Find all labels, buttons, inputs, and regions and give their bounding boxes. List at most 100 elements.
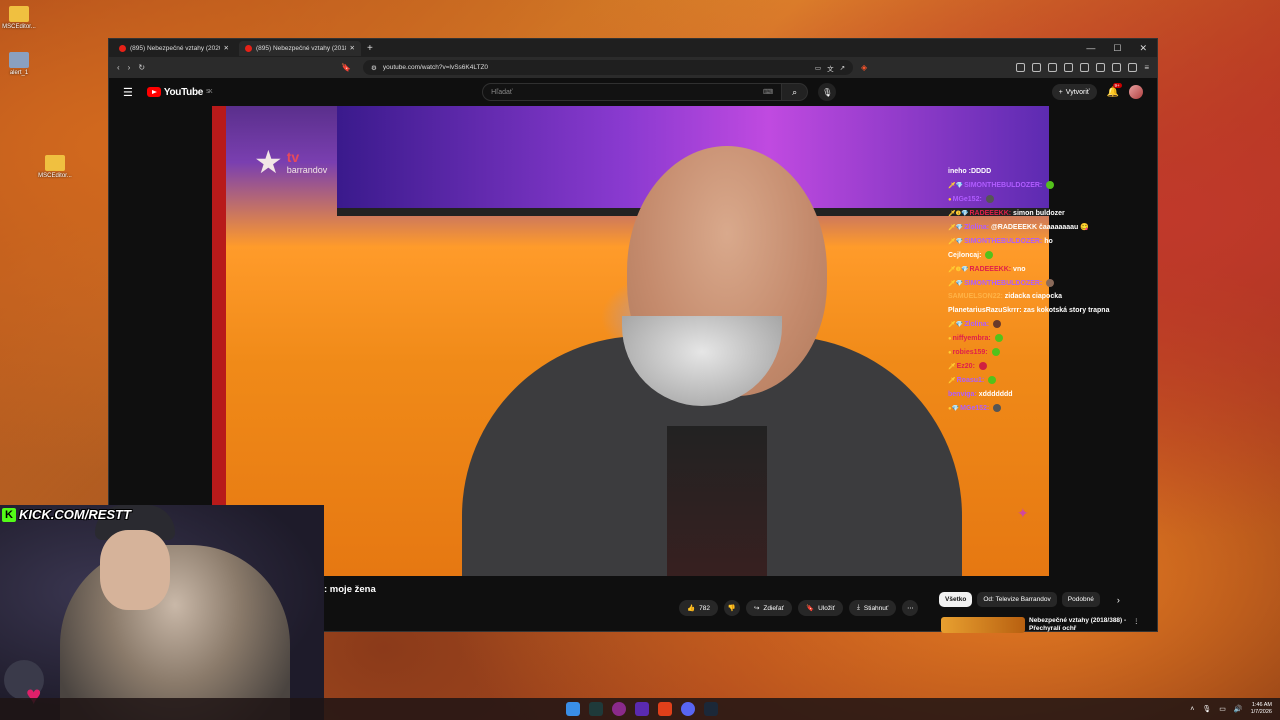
voice-search-button[interactable]: 🎙 [818,83,837,101]
share-icon[interactable]: ↗ [840,64,845,72]
music-icon[interactable] [1048,63,1058,72]
tab-close-icon[interactable]: ✕ [350,44,355,52]
share-button[interactable]: ↪ Zdieľať [745,600,792,616]
desktop-icon-mscEditor-2[interactable]: MSCEditor... [38,155,72,179]
notifications-button[interactable]: 🔔 9+ [1107,82,1122,98]
chat-username[interactable]: Cejloncaj: [948,252,981,259]
network-icon[interactable]: ▭ [1219,705,1226,713]
chat-message: ●MGe152: [948,195,1118,204]
region-code: SK [206,89,213,95]
site-info-icon[interactable]: ⚙ [371,64,377,72]
chat-username[interactable]: SIMONTHEBULDOZER: [964,182,1042,189]
youtube-logo[interactable]: YouTube SK [146,87,213,98]
chat-username[interactable]: PlanetariusRazuSkrrr: [948,307,1022,314]
clock[interactable]: 1:46 AM 1/7/2026 [1251,702,1272,716]
nav-bar: ‹ › ↻ 🔖 ⚙ youtube.com/watch?v=lvSs6K4LTZ… [109,57,1157,78]
avatar[interactable] [1129,85,1143,99]
extension-icon[interactable] [1016,63,1026,72]
minimize-icon[interactable]: — [1086,43,1095,54]
menu-icon[interactable]: ≡ [1144,63,1149,72]
chat-message: ●niffyembra: [948,334,1118,343]
chip-related[interactable]: Podobné [1061,592,1100,607]
archive-icon [45,155,65,171]
desktop-icon-alert[interactable]: alert_1 [2,52,36,76]
chat-username[interactable]: RADEEEKK: [969,210,1011,217]
chat-username[interactable]: SAMUELSON22: [948,293,1003,300]
close-icon[interactable]: ✕ [1139,43,1147,54]
search-button[interactable]: ⌕ [782,83,809,101]
extension-icon[interactable] [1096,63,1106,72]
obs-icon[interactable] [612,702,626,716]
recommended-title[interactable]: Nebezpečné vztahy (2018/388) - Přechyral… [1029,617,1129,633]
chat-username[interactable]: niffyembra: [953,335,991,342]
browser-tab[interactable]: (895) Nebezpečné vztahy (2020/136) ✕ [113,41,235,56]
brave-browser-icon[interactable] [658,702,672,716]
volume-icon[interactable]: 🔊 [1234,705,1243,713]
download-button[interactable]: ⤓ Stiahnuť [848,600,897,616]
chat-emote-icon [994,334,1003,343]
desktop-icon-mscEditor-1[interactable]: MSCEditor... [2,6,36,30]
browser-tab-active[interactable]: (895) Nebezpečné vztahy (2018/ ✕ [239,40,361,56]
create-button[interactable]: + Vytvoriť [1051,84,1097,100]
chat-username[interactable]: Ez20: [957,363,975,370]
like-button[interactable]: 👍 782 [679,600,718,616]
plus-icon: + [1058,88,1063,96]
search-input[interactable]: Hľadať ⌨ [482,83,783,101]
chat-username[interactable]: SIMONTHEBULDOZER: [964,280,1042,287]
xbox-icon[interactable] [589,702,603,716]
extension-icon[interactable] [1112,63,1122,72]
chip-all[interactable]: Všetko [939,592,973,607]
extension-icon[interactable] [1080,63,1090,72]
microphone-icon[interactable]: 🎙 [1202,705,1211,713]
address-bar[interactable]: ⚙ youtube.com/watch?v=lvSs6K4LTZ0 ▭ 文 ↗ [363,60,854,75]
tab-close-icon[interactable]: ✕ [224,44,229,52]
translate-icon[interactable]: 文 [827,63,834,73]
more-vert-icon[interactable]: ⋮ [1133,617,1140,633]
bookmark-icon[interactable]: 🔖 [341,63,351,72]
chat-text: @RADEEEKK čaaaaaaaau 😋 [990,223,1089,231]
youtube-favicon-icon [245,44,252,52]
folder-icon [9,6,29,22]
chat-username[interactable]: RADEEEKK: [969,266,1011,273]
extension-icon[interactable] [1064,63,1074,72]
chat-username[interactable]: Roasu1: [957,377,985,384]
extension-icon[interactable] [1032,63,1042,72]
chevron-up-icon[interactable]: ˄ [1190,706,1194,713]
recommended-thumbnail[interactable] [941,617,1025,633]
new-tab-icon[interactable]: + [367,43,373,54]
screenshot-icon[interactable]: ▭ [815,64,821,72]
more-actions-button[interactable]: ⋯ [902,600,919,616]
back-icon[interactable]: ‹ [117,63,120,72]
reload-icon[interactable]: ↻ [138,63,145,72]
windows-start-icon[interactable] [566,702,580,716]
chat-username[interactable]: Zlolina: [964,224,989,231]
discord-icon[interactable] [681,702,695,716]
chat-badges-icon: ● [948,336,952,343]
app-icon[interactable] [635,702,649,716]
wallet-icon[interactable] [1128,63,1138,72]
chat-username[interactable]: Zlolina: [964,321,989,328]
kick-logo-icon: K [2,507,16,522]
brave-shield-icon[interactable]: ◈ [861,63,867,72]
recommended-video[interactable]: Nebezpečné vztahy (2018/388) - Přechyral… [941,617,1140,633]
chat-username[interactable]: MGe152: [953,196,982,203]
chat-username[interactable]: MGe152: [960,405,989,412]
chat-username[interactable]: robies159: [953,349,988,356]
chat-message: ineho :DDDD [948,167,1118,176]
save-button[interactable]: 🔖 Uložiť [798,600,843,616]
forward-icon[interactable]: › [128,63,131,72]
chip-from-channel[interactable]: Od: Televize Barrandov [977,592,1057,607]
chat-username[interactable]: benviga: [948,391,977,398]
maximize-icon[interactable]: ☐ [1113,43,1121,54]
chevron-right-icon[interactable]: › [1117,595,1120,605]
video-player[interactable]: ★ tv barrandov [212,106,1049,576]
chat-badges-icon: 🗡💎 [948,182,964,189]
hamburger-menu-icon[interactable]: ☰ [123,86,133,99]
dislike-button[interactable]: 👎 [723,600,740,616]
keyboard-icon[interactable]: ⌨ [763,88,773,96]
search-placeholder: Hľadať [491,88,513,96]
steam-icon[interactable] [704,702,718,716]
chat-badges-icon: 🗡💎 [948,322,964,329]
chat-username[interactable]: SIMONTHEBULDOZER: [964,238,1042,245]
system-tray: ˄ 🎙 ▭ 🔊 1:46 AM 1/7/2026 [1190,702,1272,716]
